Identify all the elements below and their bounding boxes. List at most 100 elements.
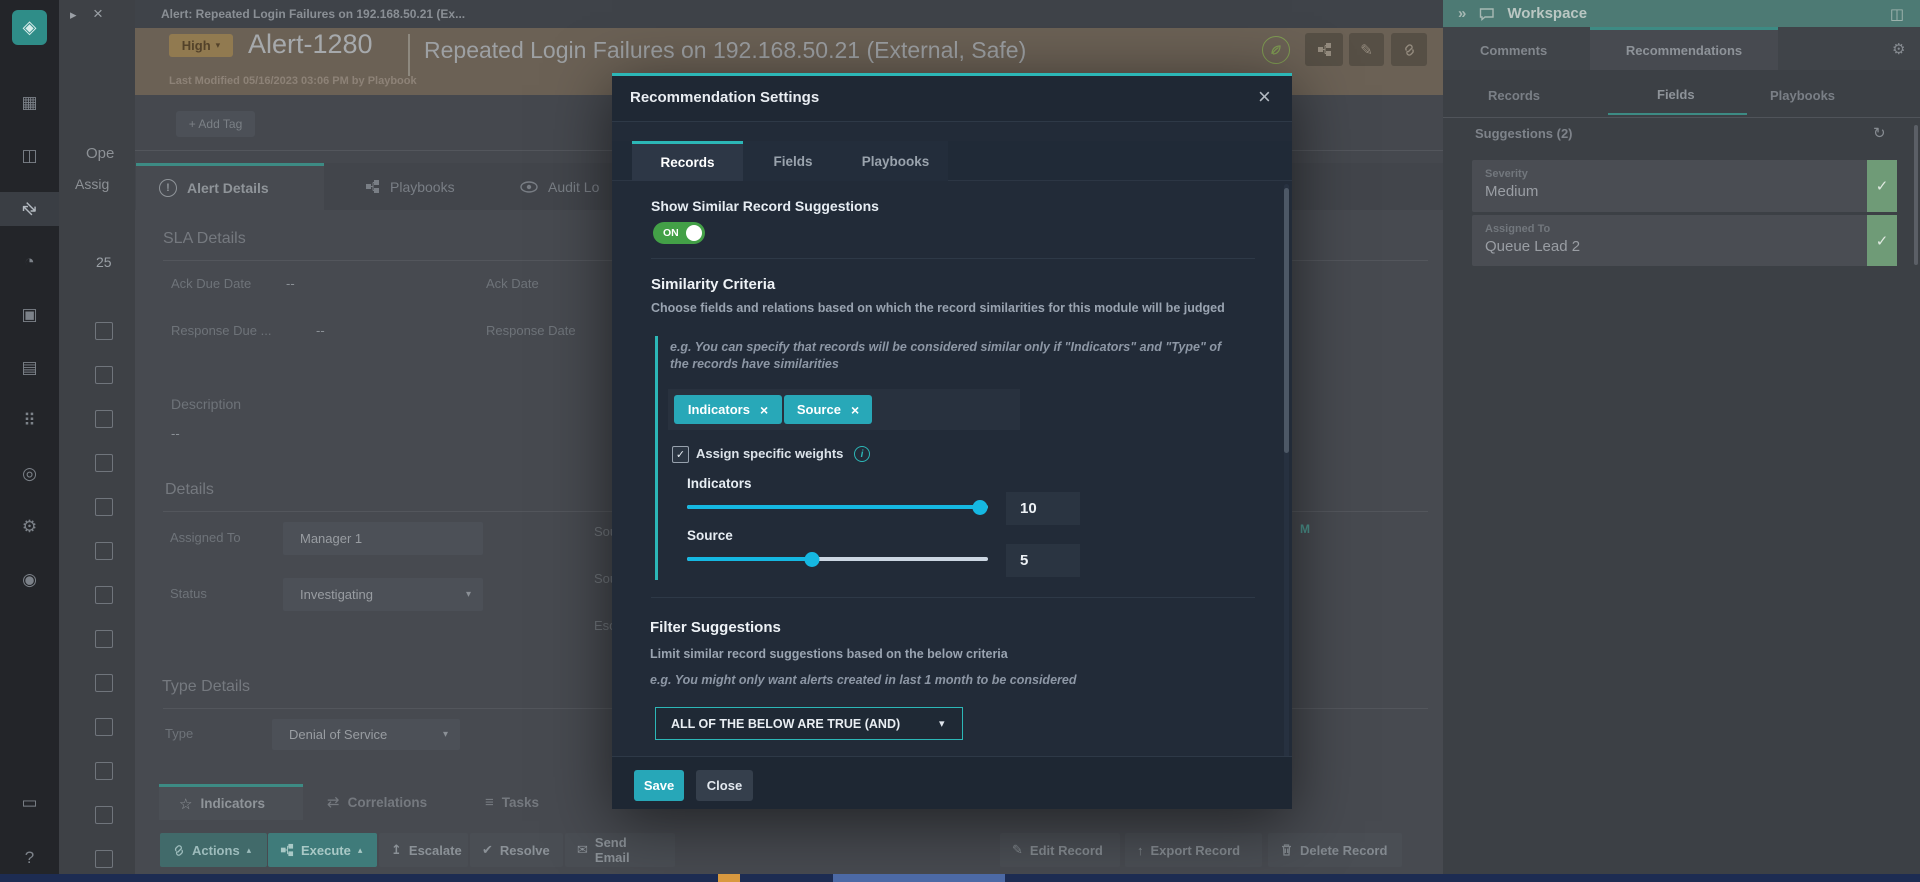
tag-source[interactable]: Source × [784,395,872,424]
export-icon: ↑ [1137,843,1144,858]
tab-correlations[interactable]: ⇄ Correlations [303,784,463,820]
row-checkbox[interactable] [95,718,113,736]
refresh-icon[interactable]: ↻ [1873,124,1886,142]
app-logo[interactable]: ◈ [12,10,47,45]
collapse-workspace-icon[interactable]: » [1458,5,1466,22]
accept-suggestion-button[interactable]: ✓ [1867,160,1897,212]
subtab-fields[interactable]: Fields [1657,87,1695,102]
remove-tag-icon[interactable]: × [851,402,859,418]
send-email-button[interactable]: ✉ Send Email [565,833,675,867]
tab-playbooks[interactable]: Playbooks [325,163,495,210]
filter-logic-select[interactable]: ALL OF THE BELOW ARE TRUE (AND) ▾ [655,707,963,740]
sidebar-item-users[interactable]: ◉ [0,563,59,597]
tab-comments[interactable]: Comments [1480,43,1547,58]
subtab-records[interactable]: Records [1488,88,1540,103]
slider-handle[interactable] [973,500,988,515]
queues-icon: ◫ [21,146,37,166]
sidebar-item-modules[interactable]: ⠿ [0,404,59,438]
row-checkbox[interactable] [95,806,113,824]
os-taskbar[interactable] [0,874,1920,882]
actions-button[interactable]: Actions ▴ [160,833,267,867]
modal-tab-fields[interactable]: Fields [743,141,843,181]
description-value: -- [171,426,180,441]
row-checkbox[interactable] [95,542,113,560]
criteria-tags-input[interactable]: Indicators × Source × [668,389,1020,430]
close-icon[interactable]: × [1258,84,1271,110]
sidebar-item-dashboard[interactable]: ▦ [0,86,59,120]
similarity-description: Choose fields and relations based on whi… [651,300,1251,316]
star-icon: ☆ [179,795,192,813]
gear-icon[interactable]: ⚙ [1892,40,1905,58]
health-leaf-icon[interactable] [1262,36,1290,64]
severity-badge[interactable]: High ▾ [169,34,233,57]
resolve-button[interactable]: ✔ Resolve [470,833,563,867]
slider-indicators-value[interactable]: 10 [1006,492,1080,525]
edit-button[interactable]: ✎ [1349,33,1384,66]
modal-scrollbar-thumb[interactable] [1284,188,1289,453]
row-checkbox[interactable] [95,762,113,780]
type-select[interactable]: Denial of Service ▾ [272,719,460,750]
remove-tag-icon[interactable]: × [760,402,768,418]
sidebar-item-archive[interactable]: ▭ [0,786,59,820]
accept-suggestion-button[interactable]: ✓ [1867,215,1897,266]
subtab-playbooks[interactable]: Playbooks [1770,88,1835,103]
row-checkbox[interactable] [95,410,113,428]
info-icon[interactable]: i [854,446,870,462]
sidebar-item-queues[interactable]: ◫ [0,139,59,173]
modal-scrollbar-track[interactable] [1284,184,1289,778]
sidebar-item-help[interactable]: ? [0,841,59,875]
app-sidebar: ◈ ▦ ◫ ⇄ ◔ ▣ ▤ ⠿ ◎ ⚙ ◉ ▭ ? [0,0,59,882]
tag-indicators[interactable]: Indicators × [674,395,782,424]
tab-recommendations[interactable]: Recommendations [1590,27,1778,70]
export-record-button[interactable]: ↑ Export Record [1125,833,1262,867]
rail-count: 25 [96,254,112,270]
sidebar-item-incidents[interactable]: ⇄ [0,192,59,226]
row-checkbox[interactable] [95,586,113,604]
row-checkbox[interactable] [95,674,113,692]
view-playbooks-button[interactable] [1305,33,1343,66]
slider-handle[interactable] [804,552,819,567]
row-checkbox[interactable] [95,366,113,384]
modal-tab-records[interactable]: Records [632,141,743,181]
slider-source-value[interactable]: 5 [1006,544,1080,577]
sidebar-item-hunt[interactable]: ◎ [0,457,59,491]
filter-example: e.g. You might only want alerts created … [650,673,1076,687]
sidebar-item-navigator[interactable]: ◔ [0,245,59,279]
slider-source[interactable] [687,557,988,561]
row-checkbox[interactable] [95,630,113,648]
sidebar-item-settings[interactable]: ⚙ [0,510,59,544]
sidebar-item-cases[interactable]: ▣ [0,298,59,332]
tab-alert-details[interactable]: ! Alert Details [136,163,324,210]
show-similar-toggle[interactable]: ON [653,222,705,244]
tab-tasks[interactable]: ≡ Tasks [463,784,587,820]
slider-indicators[interactable] [687,505,988,509]
archive-icon: ▭ [21,793,37,813]
status-select[interactable]: Investigating ▾ [283,578,483,611]
assign-weights-checkbox[interactable]: ✓ [672,446,689,463]
row-checkbox[interactable] [95,454,113,472]
expand-panel-icon[interactable]: ▸ [70,7,77,23]
assigned-to-label: Assigned To [170,530,241,545]
edit-record-button[interactable]: ✎ Edit Record [1000,833,1120,867]
modal-tab-playbooks[interactable]: Playbooks [843,141,948,181]
execute-button[interactable]: Execute ▴ [268,833,377,867]
tab-indicators[interactable]: ☆ Indicators [159,784,303,820]
close-button[interactable]: Close [696,770,753,801]
row-checkbox[interactable] [95,322,113,340]
modal-title: Recommendation Settings [630,89,819,106]
row-checkbox[interactable] [95,850,113,868]
assigned-to-field[interactable]: Manager 1 [283,522,483,555]
panel-layout-icon[interactable]: ◫ [1890,5,1904,23]
add-tag-button[interactable]: + Add Tag [176,111,255,137]
alert-title: Repeated Login Failures on 192.168.50.21… [424,37,1026,64]
record-tab-title[interactable]: Alert: Repeated Login Failures on 192.16… [161,7,465,21]
sidebar-item-reports[interactable]: ▤ [0,351,59,385]
copy-link-button[interactable] [1391,33,1427,66]
close-panel-icon[interactable]: × [93,4,103,24]
details-section-title: Details [165,481,214,499]
save-button[interactable]: Save [634,770,684,801]
row-checkbox[interactable] [95,498,113,516]
escalate-button[interactable]: ↥ Escalate [379,833,468,867]
delete-record-button[interactable]: Delete Record [1268,833,1402,867]
panel-scrollbar[interactable] [1914,125,1918,265]
